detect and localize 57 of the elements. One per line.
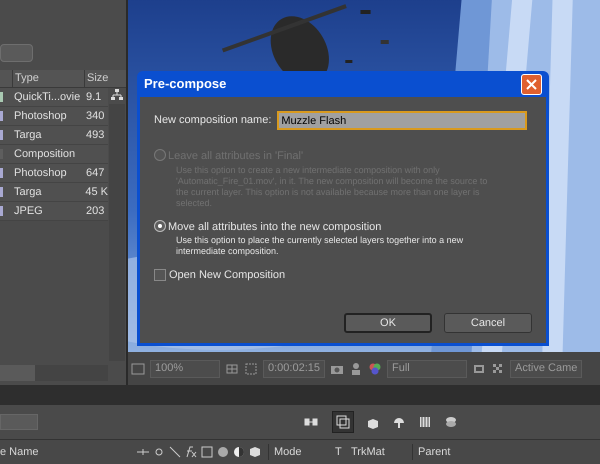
- column-header[interactable]: Type: [12, 70, 84, 87]
- cancel-button[interactable]: Cancel: [444, 313, 532, 333]
- ok-button[interactable]: OK: [344, 313, 432, 333]
- region-icon[interactable]: [131, 362, 145, 376]
- zoom-dropdown[interactable]: 100%: [150, 360, 220, 378]
- table-cell-text: 340: [86, 108, 104, 124]
- close-button[interactable]: [521, 74, 542, 94]
- table-cell-text: 45 K: [85, 184, 108, 200]
- close-icon: [526, 78, 537, 90]
- column-header[interactable]: TrkMat: [351, 444, 412, 460]
- table-cell-text: Photoshop: [14, 108, 68, 124]
- option-label: Move all attributes into the new composition: [168, 220, 382, 234]
- view-dropdown[interactable]: Active Came: [510, 360, 582, 378]
- timecode-field[interactable]: 0:00:02:15: [263, 360, 325, 378]
- grid-icon[interactable]: [225, 362, 239, 376]
- table-cell-text: JPEG: [14, 204, 44, 219]
- composition-name-field[interactable]: Muzzle Flash: [277, 111, 528, 130]
- mushroom-icon[interactable]: [392, 415, 406, 429]
- column-header[interactable]: Mode: [268, 444, 335, 460]
- layers-icon[interactable]: [444, 415, 458, 429]
- table-cell-text: 203: [86, 204, 104, 219]
- composition-icon: [336, 415, 350, 429]
- vertical-scrollbar[interactable]: [109, 104, 125, 361]
- table-cell-text: Composition: [14, 146, 76, 162]
- column-header[interactable]: Parent: [412, 444, 450, 460]
- table-cell-text: 9.1: [86, 90, 102, 105]
- table-cell-text: Targa: [14, 184, 42, 200]
- radio-button[interactable]: [154, 220, 166, 232]
- checkbox[interactable]: [154, 269, 166, 282]
- column-header[interactable]: e Name: [0, 444, 136, 460]
- search-field[interactable]: [0, 44, 33, 62]
- option-description: Use this option to place the currently selected layers together into a new intermediate composition.: [175, 235, 464, 257]
- table-cell-text: Photoshop: [14, 166, 68, 181]
- column-header[interactable]: Size: [84, 70, 108, 87]
- film-icon[interactable]: [200, 445, 214, 459]
- resolution-dropdown[interactable]: Full: [387, 360, 467, 378]
- comp-icon-button[interactable]: [332, 411, 354, 433]
- slash-icon[interactable]: [168, 445, 182, 459]
- table-cell-text: 647: [86, 166, 104, 181]
- fx-icon[interactable]: [184, 445, 198, 459]
- checkerboard-icon[interactable]: [491, 362, 505, 376]
- color-channels-icon[interactable]: [368, 362, 382, 376]
- blur-icon[interactable]: [216, 445, 230, 459]
- search-field[interactable]: [0, 414, 38, 430]
- table-cell-text: 493: [86, 128, 104, 143]
- adjustment-icon[interactable]: [232, 445, 246, 459]
- cube-icon[interactable]: [248, 445, 262, 459]
- hierarchy-icon[interactable]: [110, 88, 124, 102]
- table-cell-text: Targa: [14, 128, 43, 143]
- checkbox-label: Open New Composition: [169, 268, 286, 283]
- field-label: New composition name:: [154, 113, 272, 128]
- dialog-title: Pre-compose: [144, 75, 226, 94]
- column-header[interactable]: T: [335, 444, 351, 460]
- film-icon[interactable]: [418, 415, 432, 429]
- table-cell-text: QuickTi...ovie: [14, 90, 82, 105]
- person-icon[interactable]: [349, 362, 363, 376]
- mask-icon[interactable]: [244, 362, 258, 376]
